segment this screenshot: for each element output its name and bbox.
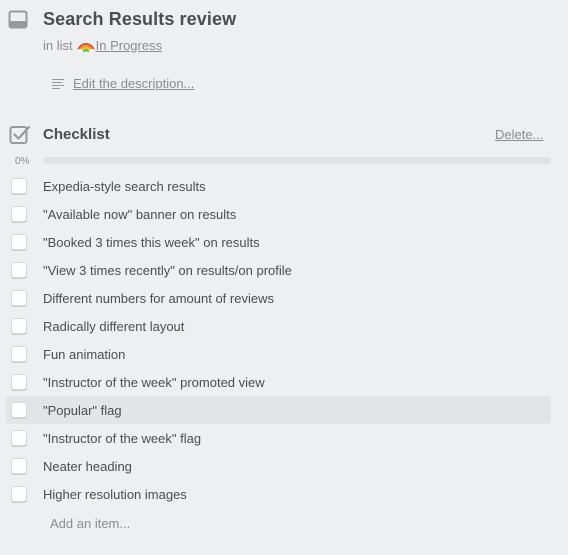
- checklist-item-text[interactable]: Neater heading: [43, 459, 132, 474]
- checkbox[interactable]: [11, 346, 27, 362]
- checklist-items: Expedia-style search results "Available n…: [6, 172, 551, 508]
- progress-percent: 0%: [15, 156, 30, 167]
- checklist-item[interactable]: "Popular" flag: [6, 396, 551, 424]
- checklist-item[interactable]: Expedia-style search results: [6, 172, 551, 200]
- checklist-item-text[interactable]: Higher resolution images: [43, 487, 187, 502]
- checklist-item[interactable]: Radically different layout: [6, 312, 551, 340]
- checklist-item-text[interactable]: Expedia-style search results: [43, 179, 206, 194]
- checkbox[interactable]: [11, 374, 27, 390]
- checkbox[interactable]: [11, 402, 27, 418]
- checkbox[interactable]: [11, 178, 27, 194]
- checkbox[interactable]: [11, 486, 27, 502]
- checkbox[interactable]: [11, 430, 27, 446]
- rainbow-emoji-icon: [76, 43, 95, 53]
- checklist-item[interactable]: Neater heading: [6, 452, 551, 480]
- checkbox[interactable]: [11, 234, 27, 250]
- checkbox[interactable]: [11, 458, 27, 474]
- checklist-icon: [9, 125, 31, 144]
- checklist-item-text[interactable]: "View 3 times recently" on results/on pr…: [43, 263, 292, 278]
- checklist-item[interactable]: Different numbers for amount of reviews: [6, 284, 551, 312]
- checklist-item[interactable]: "Instructor of the week" flag: [6, 424, 551, 452]
- checklist-item-text[interactable]: "Popular" flag: [43, 403, 122, 418]
- checklist-item-text[interactable]: "Instructor of the week" flag: [43, 431, 201, 446]
- card-title: Search Results review: [43, 9, 237, 29]
- checklist-item-text[interactable]: "Available now" banner on results: [43, 207, 236, 222]
- list-name: In Progress: [95, 37, 163, 53]
- checklist-item-text[interactable]: Different numbers for amount of reviews: [43, 291, 274, 306]
- progress-bar: [43, 157, 551, 164]
- checkbox[interactable]: [11, 262, 27, 278]
- checklist-item-text[interactable]: "Booked 3 times this week" on results: [43, 235, 260, 250]
- checklist-item[interactable]: Higher resolution images: [6, 480, 551, 508]
- delete-checklist-link[interactable]: Delete...: [495, 127, 543, 142]
- checkbox[interactable]: [11, 206, 27, 222]
- description-lines-icon: [52, 78, 64, 89]
- checklist-item[interactable]: "Booked 3 times this week" on results: [6, 228, 551, 256]
- list-link[interactable]: In Progress: [76, 37, 163, 53]
- edit-description-row[interactable]: Edit the description...: [52, 76, 194, 91]
- checklist-item[interactable]: "Instructor of the week" promoted view: [6, 368, 551, 396]
- add-item-button[interactable]: Add an item...: [50, 516, 130, 531]
- checklist-item[interactable]: "Available now" banner on results: [6, 200, 551, 228]
- edit-description-link[interactable]: Edit the description...: [73, 76, 194, 91]
- checkbox[interactable]: [11, 290, 27, 306]
- checklist-item-text[interactable]: "Instructor of the week" promoted view: [43, 375, 265, 390]
- in-list-prefix: in list: [43, 37, 73, 53]
- checklist-title: Checklist: [43, 126, 110, 143]
- in-list-row: in list In Progress: [43, 37, 162, 53]
- checklist-item[interactable]: "View 3 times recently" on results/on pr…: [6, 256, 551, 284]
- checkbox[interactable]: [11, 318, 27, 334]
- checklist-item[interactable]: Fun animation: [6, 340, 551, 368]
- checklist-item-text[interactable]: Radically different layout: [43, 319, 184, 334]
- card-icon: [8, 10, 28, 29]
- checklist-item-text[interactable]: Fun animation: [43, 347, 125, 362]
